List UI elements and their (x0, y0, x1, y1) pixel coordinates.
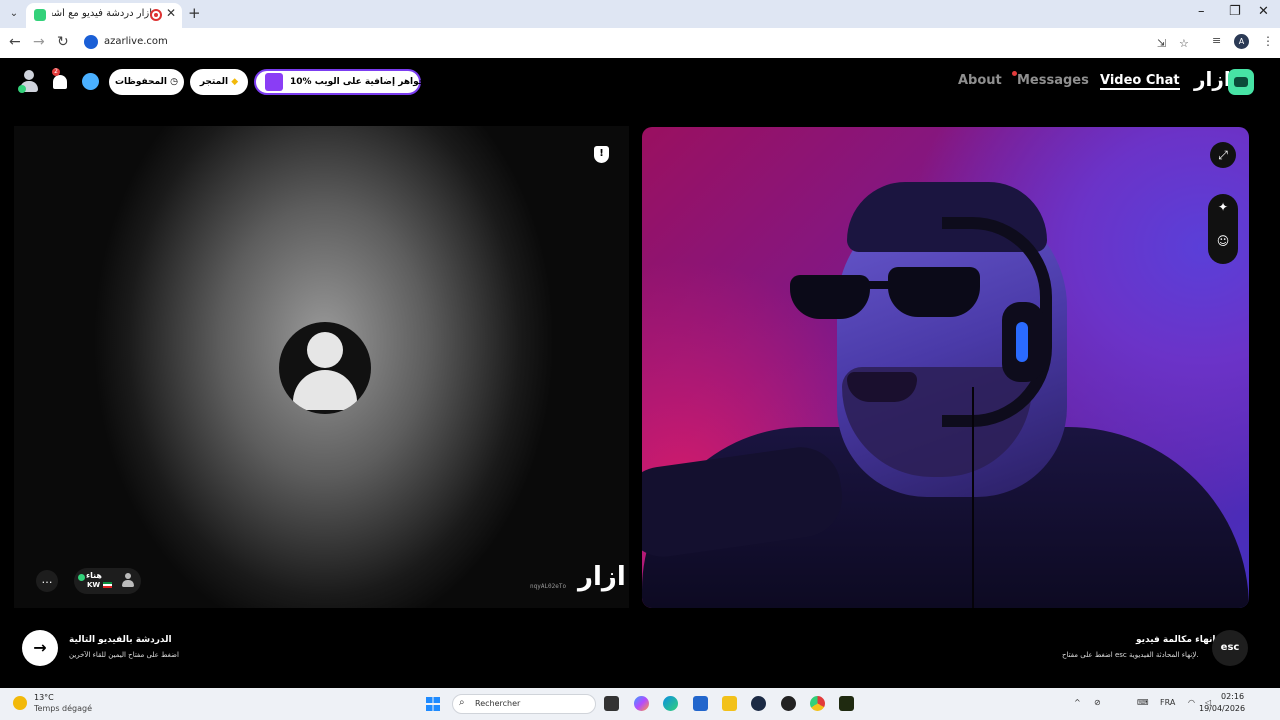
url-text: azarlive.com (104, 36, 168, 47)
taskbar-search[interactable]: ⌕ Rechercher (452, 694, 596, 714)
site-header: 2 المحفوظات ◷ المتجر ◆ 10% جواهر إضافية … (0, 58, 1280, 108)
weather-condition: Temps dégagé (34, 704, 93, 713)
recording-icon (150, 9, 162, 21)
magic-wand-icon[interactable]: ✦ (1208, 200, 1238, 214)
watermark-id: nqyAL02eTo (530, 583, 567, 590)
peer-country: KW (87, 581, 101, 589)
weather-moon-icon[interactable] (13, 696, 27, 710)
tab-close-icon[interactable]: ✕ (166, 6, 176, 20)
tab-favicon-icon (34, 9, 46, 21)
store-label: المتجر (199, 77, 229, 87)
reading-list-icon[interactable]: ≡ (1212, 34, 1221, 47)
bell-icon[interactable] (53, 75, 67, 89)
tab-search-icon[interactable]: ⌄ (6, 6, 22, 22)
end-call-button[interactable]: esc (1212, 630, 1248, 666)
site-info-icon[interactable] (84, 35, 98, 49)
forward-icon[interactable]: → (33, 34, 45, 50)
task-view-icon[interactable] (604, 696, 619, 711)
person-icon (122, 573, 134, 587)
promo-button[interactable]: 10% جواهر إضافية على الويب! (254, 69, 430, 95)
kuwait-flag-icon (103, 582, 112, 588)
next-chat-title: الدردشة بالفيديو التالية (69, 635, 172, 645)
gem-icon: ◆ (231, 77, 239, 87)
steam-icon[interactable] (751, 696, 766, 711)
chrome-icon[interactable] (810, 696, 825, 711)
file-explorer-icon[interactable] (722, 696, 737, 711)
promo-label: 10% جواهر إضافية على الويب! (290, 77, 430, 87)
online-status-dot (78, 574, 85, 581)
self-camera-panel: ⤢ ✦ ☺ (642, 127, 1249, 608)
peer-placeholder-avatar (279, 322, 371, 414)
user-avatar[interactable] (18, 70, 40, 94)
minimize-icon[interactable]: – (1198, 4, 1205, 19)
copilot-icon[interactable] (634, 696, 649, 711)
tray-wifi-icon[interactable]: ◠ (1188, 698, 1195, 707)
search-placeholder: Rechercher (475, 699, 521, 708)
restore-icon[interactable]: ❐ (1229, 4, 1241, 19)
windows-taskbar: 13°C Temps dégagé ⌕ Rechercher ^ ⊘ ⌨ FRA… (0, 688, 1280, 720)
next-chat-hint: اضغط على مفتاح اليمين للقاء الآخرين (69, 651, 179, 659)
sticker-icon[interactable]: ☺ (1208, 234, 1238, 248)
terminal-icon[interactable] (839, 696, 854, 711)
edge-icon[interactable] (663, 696, 678, 711)
browser-tab[interactable]: أزار دردشة فيديو مع أشخاص ✕ (26, 3, 182, 28)
back-icon[interactable]: ← (9, 34, 21, 50)
tray-no-network-icon[interactable]: ⊘ (1094, 698, 1101, 707)
gift-icon (265, 73, 283, 91)
nav-about[interactable]: About (958, 73, 1002, 88)
recorder-icon[interactable] (781, 696, 796, 711)
chat-icon[interactable] (82, 73, 99, 90)
tray-chevron-icon[interactable]: ^ (1074, 698, 1081, 707)
store-button[interactable]: المتجر ◆ (190, 69, 248, 95)
tray-keyboard-icon[interactable]: ⌨ (1137, 698, 1149, 707)
chat-bubble-icon[interactable]: … (36, 570, 58, 592)
saved-label: المحفوظات (114, 77, 167, 87)
expand-icon[interactable]: ⤢ (1210, 142, 1236, 168)
next-chat-button[interactable]: → (22, 630, 58, 666)
peer-user-chip[interactable]: هناء KW (74, 568, 141, 594)
effects-toolbar: ✦ ☺ (1208, 194, 1238, 264)
saved-button[interactable]: المحفوظات ◷ (109, 69, 184, 95)
tray-language[interactable]: FRA (1160, 698, 1175, 707)
window-close-icon[interactable]: ✕ (1258, 4, 1269, 19)
watermark-logo: ازار (578, 562, 626, 592)
browser-toolbar: ← → ↻ azarlive.com ⇲ ☆ ≡ A ⋮ (0, 28, 1280, 58)
address-bar[interactable]: azarlive.com ⇲ ☆ (80, 32, 1210, 54)
peer-video-panel: ! … هناء KW nqyAL02eTo ازار (14, 126, 629, 608)
browser-tabbar: ⌄ أزار دردشة فيديو مع أشخاص ✕ + – ❐ ✕ (0, 0, 1280, 28)
store-app-icon[interactable] (693, 696, 708, 711)
brand-logo[interactable] (1228, 69, 1254, 95)
bookmark-star-icon[interactable]: ☆ (1179, 37, 1189, 50)
end-call-title: إنهاء مكالمة فيديو (1136, 635, 1216, 645)
peer-name: هناء (86, 571, 102, 580)
clock-time[interactable]: 02:16 (1221, 692, 1244, 701)
profile-avatar[interactable]: A (1234, 34, 1249, 49)
brand-name[interactable]: ازار (1194, 67, 1231, 91)
install-icon[interactable]: ⇲ (1157, 37, 1166, 50)
new-tab-button[interactable]: + (188, 4, 201, 22)
reload-icon[interactable]: ↻ (57, 34, 69, 50)
weather-temp: 13°C (34, 693, 54, 702)
clock-date[interactable]: 19/04/2026 (1199, 704, 1245, 713)
tab-title: أزار دردشة فيديو مع أشخاص (52, 8, 152, 19)
report-shield-icon[interactable]: ! (594, 146, 609, 163)
browser-menu-icon[interactable]: ⋮ (1262, 34, 1274, 48)
nav-video-chat[interactable]: Video Chat (1100, 73, 1180, 90)
search-icon: ⌕ (459, 697, 465, 708)
nav-messages[interactable]: Messages (1017, 73, 1089, 88)
clock-icon: ◷ (170, 77, 178, 87)
windows-start-icon[interactable] (426, 697, 440, 711)
notification-badge: 2 (52, 68, 60, 76)
end-call-hint: اضغط على مفتاح esc لإنهاء المحادثة الفيد… (1062, 651, 1199, 659)
